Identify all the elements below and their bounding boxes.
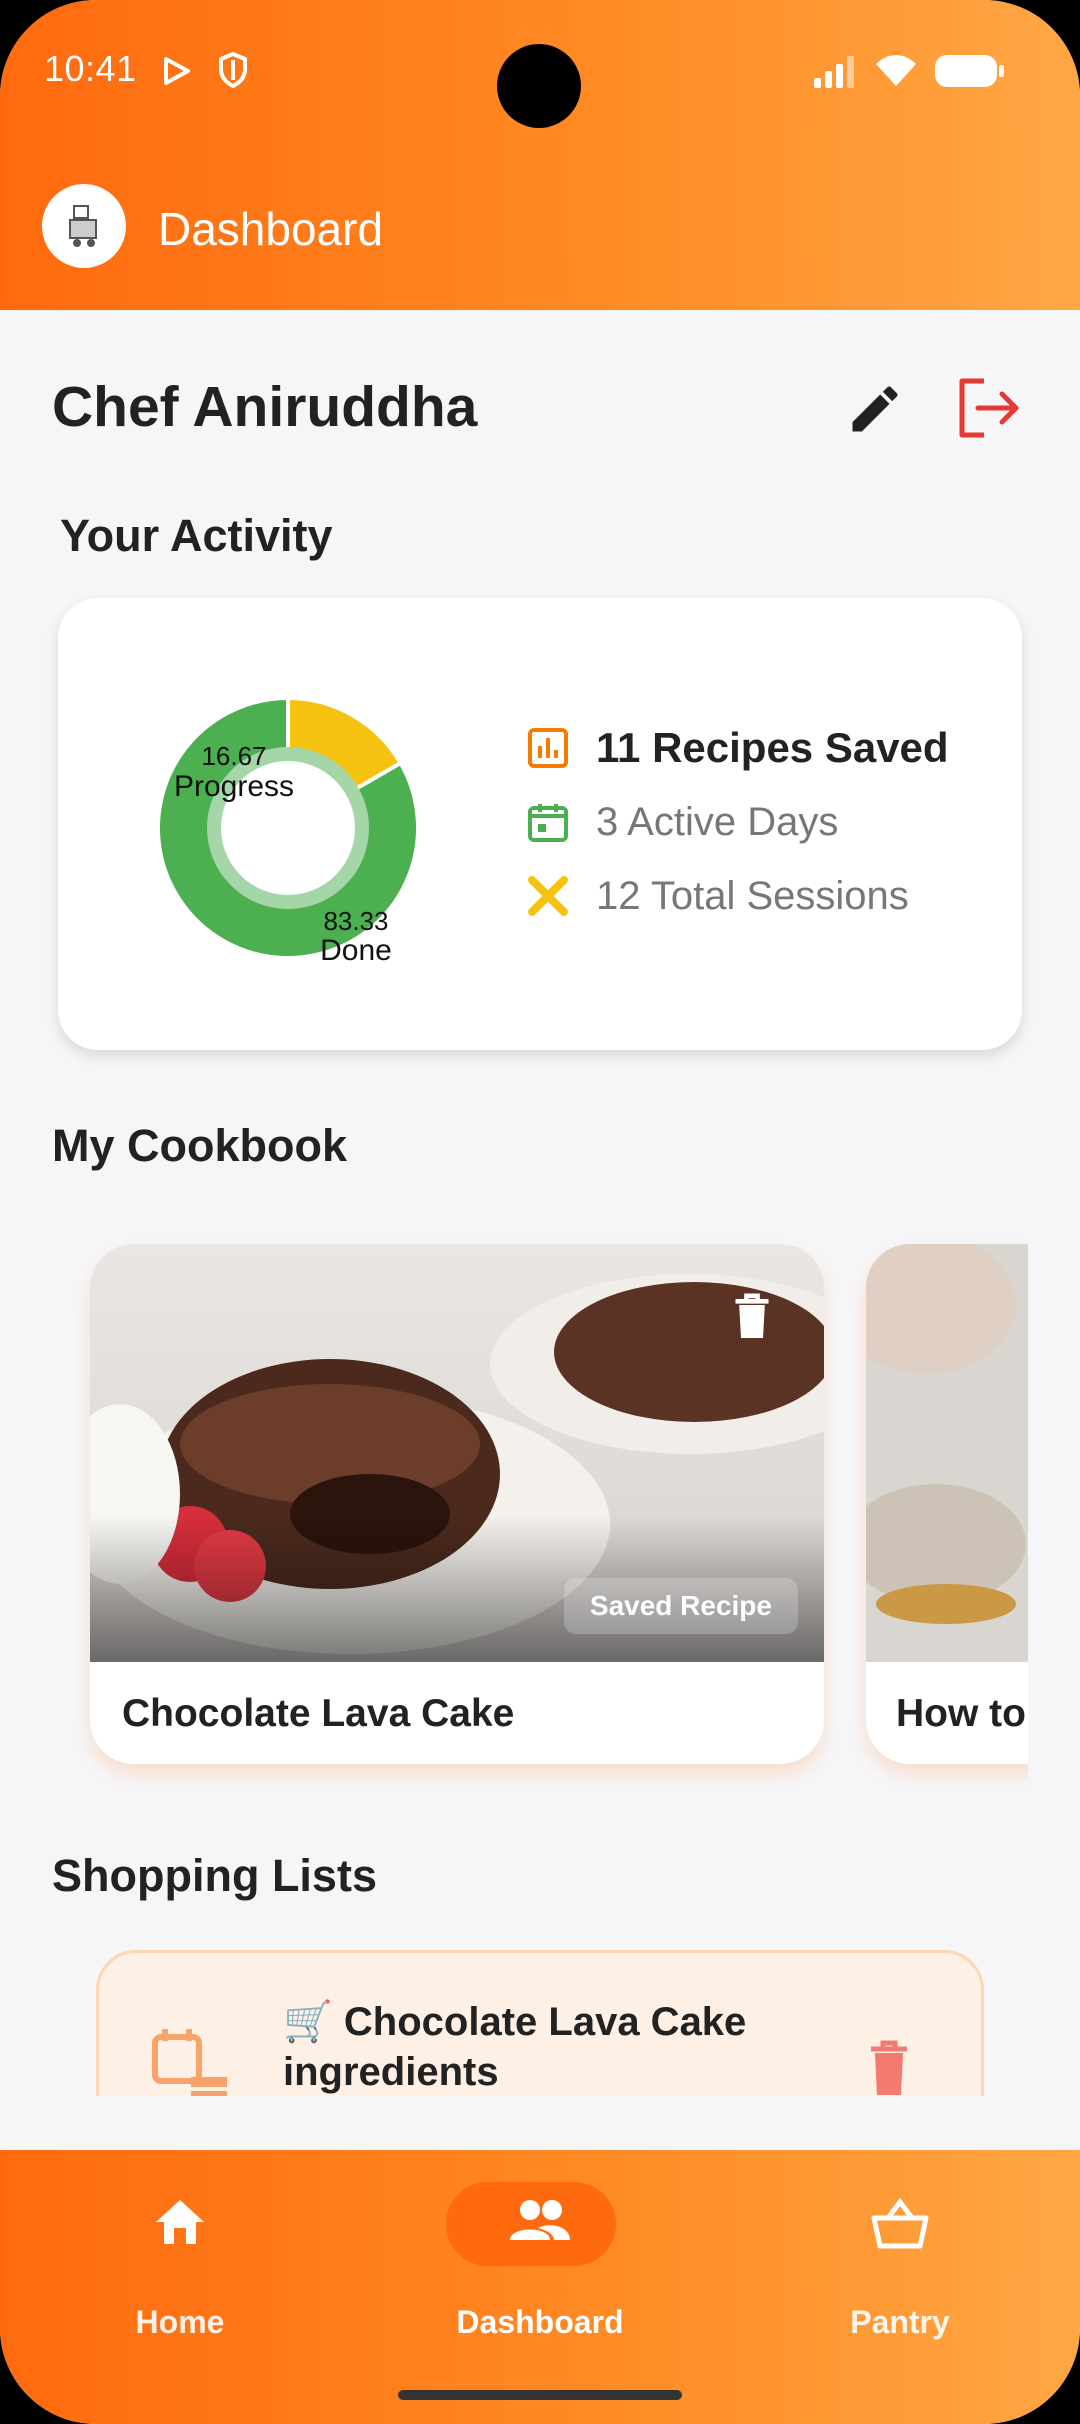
recipe-image: Saved Recipe [90, 1244, 824, 1662]
play-store-icon [164, 57, 190, 85]
logout-icon [959, 378, 1019, 438]
delete-recipe-button[interactable] [730, 1292, 774, 1340]
recipe-image [866, 1244, 1028, 1662]
pencil-icon [852, 386, 898, 432]
phone-screen: 10:41 Dashboard Chef Aniruddha Your Acti… [0, 0, 1080, 2424]
cookbook-carousel[interactable]: Saved Recipe Chocolate Lava Cake How to [52, 1228, 1028, 1788]
battery-icon [935, 55, 1004, 87]
shield-icon [219, 52, 247, 88]
stat-total-sessions: 12 Total Sessions [524, 866, 1004, 926]
calendar-icon [528, 804, 568, 842]
logout-button[interactable] [950, 370, 1026, 446]
shopping-list-card[interactable]: 🛒 Chocolate Lava Cake ingredients [96, 1950, 984, 2096]
basket-icon [871, 2198, 929, 2249]
camera-cutout [497, 44, 581, 128]
wifi-icon [876, 55, 916, 86]
home-icon [156, 2200, 204, 2244]
recipe-card[interactable]: Saved Recipe Chocolate Lava Cake [90, 1244, 824, 1764]
stat-recipes-saved: 11 Recipes Saved [524, 718, 1004, 778]
stat-text: 12 Total Sessions [596, 874, 909, 918]
recipe-title: Chocolate Lava Cake [122, 1692, 515, 1735]
page-title: Dashboard [158, 203, 384, 255]
stat-text: 3 Active Days [596, 800, 839, 844]
activity-section-title: Your Activity [60, 510, 333, 561]
nav-pantry[interactable]: Pantry [770, 2182, 1030, 2342]
delete-list-button[interactable] [865, 2037, 913, 2096]
nav-home[interactable]: Home [50, 2182, 310, 2342]
nav-label: Dashboard [456, 2304, 624, 2340]
done-slice-label: Done [320, 934, 392, 967]
list-icon [152, 2029, 227, 2096]
signal-icon [814, 56, 854, 88]
dashboard-content[interactable]: Chef Aniruddha Your Activity 16.67 Progr… [0, 310, 1080, 2096]
activity-donut-chart: 16.67 Progress 83.33 Done [156, 695, 420, 967]
shopping-section-title: Shopping Lists [52, 1850, 377, 1901]
utensils-icon [528, 876, 568, 916]
app-logo-avatar[interactable] [42, 184, 126, 268]
progress-value-label: 16.67 [201, 741, 266, 771]
recipe-title: How to [896, 1692, 1026, 1735]
status-bar: 10:41 [0, 0, 1080, 140]
home-indicator[interactable] [398, 2390, 682, 2400]
status-time: 10:41 [44, 48, 137, 89]
nav-label: Pantry [850, 2304, 950, 2340]
nav-dashboard[interactable]: Dashboard [410, 2182, 670, 2342]
nav-label: Home [135, 2304, 225, 2340]
recipe-card[interactable]: How to [866, 1244, 1028, 1764]
bottom-navigation: Home Dashboard Pantry [0, 2150, 1080, 2424]
cookbook-section-title: My Cookbook [52, 1120, 348, 1171]
profile-name: Chef Aniruddha [52, 375, 478, 439]
shopping-list-title: 🛒 Chocolate Lava Cake ingredients [283, 2000, 747, 2094]
stat-active-days: 3 Active Days [524, 792, 1004, 852]
activity-card: 16.67 Progress 83.33 Done 11 Recipes Sav… [58, 598, 1022, 1050]
chef-logo-icon [69, 205, 97, 247]
chart-icon [528, 728, 568, 768]
stat-text: 11 Recipes Saved [596, 724, 949, 771]
progress-slice-label: Progress [174, 770, 294, 803]
header: 10:41 Dashboard [0, 0, 1080, 310]
saved-recipe-badge: Saved Recipe [563, 1578, 798, 1634]
people-icon [510, 2200, 570, 2240]
done-value-label: 83.33 [323, 906, 388, 936]
edit-profile-button[interactable] [838, 372, 912, 446]
